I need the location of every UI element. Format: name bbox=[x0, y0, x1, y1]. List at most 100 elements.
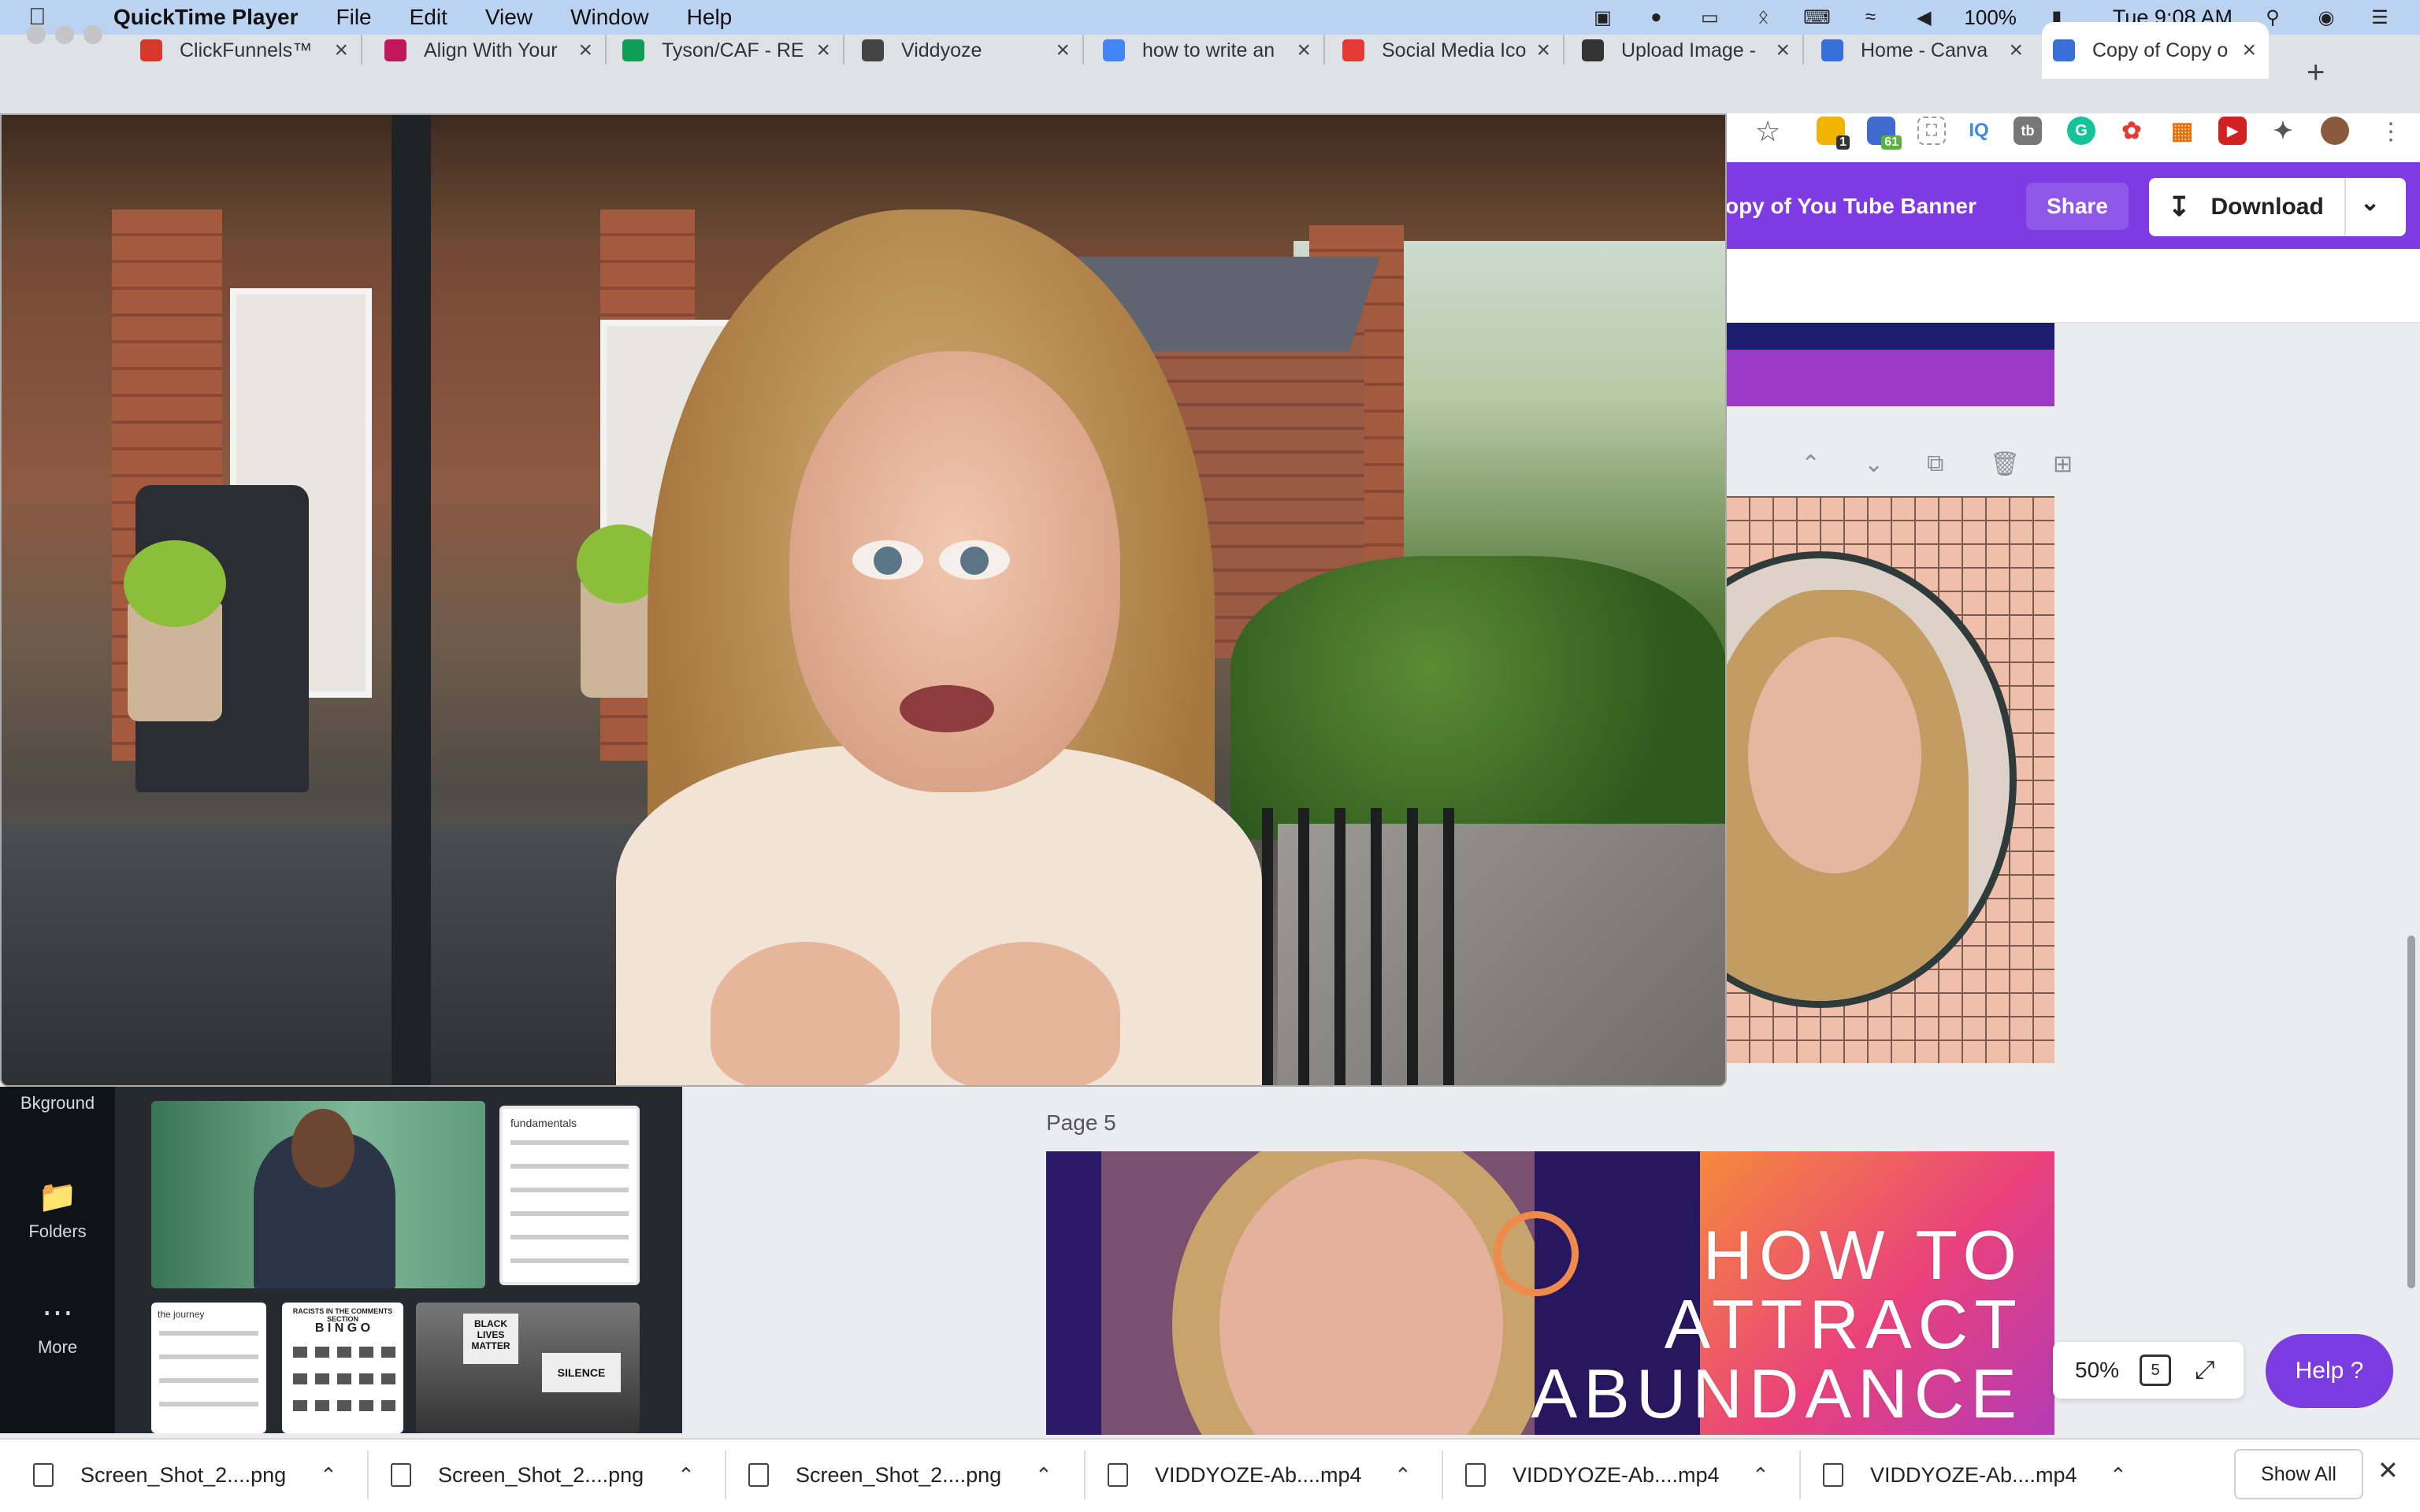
download-item-4[interactable]: VIDDYOZE-Ab....mp4 ⌃ bbox=[1108, 1438, 1438, 1512]
tab-close-icon[interactable]: × bbox=[2242, 37, 2256, 64]
thumbnail-bingo-card[interactable]: RACISTS IN THE COMMENTS SECTION B I N G … bbox=[282, 1303, 403, 1433]
extension-icon-1[interactable]: 1 bbox=[1817, 117, 1850, 150]
page-5-photo[interactable] bbox=[1101, 1151, 1550, 1435]
show-all-downloads-button[interactable]: Show All bbox=[2234, 1449, 2363, 1499]
lastpass-icon[interactable]: ✿ bbox=[2118, 117, 2146, 145]
bookmark-star-icon[interactable]: ☆ bbox=[1755, 115, 1780, 148]
browser-menu-icon[interactable]: ⋮ bbox=[2379, 118, 2403, 146]
chevron-up-icon[interactable]: ⌃ bbox=[1035, 1463, 1052, 1488]
gradient-ring-graphic[interactable] bbox=[1494, 1211, 1579, 1296]
tab-close-icon[interactable]: × bbox=[1536, 37, 1550, 64]
help-button[interactable]: Help ? bbox=[2266, 1334, 2393, 1408]
browser-tab-1[interactable]: ClickFunnels™ × bbox=[140, 22, 362, 79]
extensions-puzzle-icon[interactable]: ✦ bbox=[2269, 117, 2297, 145]
page-5-title-line-2[interactable]: ATTRACT bbox=[1665, 1290, 2023, 1359]
delete-page-icon[interactable]: 🗑 bbox=[1990, 450, 2020, 478]
zoom-controls: 50% 5 ⤢ bbox=[2053, 1342, 2244, 1399]
tab-title: Upload Image - bbox=[1621, 39, 1756, 61]
browser-tab-4[interactable]: Viddyoze × bbox=[862, 22, 1084, 79]
download-filename: Screen_Shot_2....png bbox=[80, 1462, 287, 1487]
browser-tab-9[interactable]: Copy of Copy o × bbox=[2042, 22, 2269, 79]
page-5-title-line-1[interactable]: HOW TO bbox=[1702, 1221, 2023, 1290]
thumbnail-journey-doc[interactable]: the journey bbox=[151, 1303, 266, 1433]
file-icon bbox=[1823, 1463, 1843, 1487]
window-close-button[interactable] bbox=[27, 25, 46, 44]
more-dots-icon: ⋯ bbox=[42, 1295, 73, 1330]
window-minimize-button[interactable] bbox=[55, 25, 74, 44]
extension-icon-2[interactable]: 61 bbox=[1867, 117, 1902, 150]
nav-background-label: Bkground bbox=[20, 1093, 95, 1113]
circle-photo-frame[interactable] bbox=[1725, 551, 2017, 1008]
tab-favicon-icon bbox=[862, 39, 884, 61]
page-count-button[interactable]: 5 bbox=[2140, 1354, 2172, 1386]
tab-title: Align With Your bbox=[424, 39, 558, 61]
screenshot-extension-icon[interactable]: ⛶ bbox=[1917, 117, 1946, 145]
browser-tab-3[interactable]: Tyson/CAF - RE × bbox=[622, 22, 844, 79]
nav-folders[interactable]: 📁 Folders bbox=[0, 1178, 115, 1242]
file-icon bbox=[391, 1463, 411, 1487]
download-item-1[interactable]: Screen_Shot_2....png ⌃ bbox=[33, 1438, 364, 1512]
photo-face bbox=[1748, 637, 1921, 873]
chevron-down-icon[interactable]: ⌄ bbox=[2360, 189, 2380, 217]
tab-title: Tyson/CAF - RE bbox=[662, 39, 804, 61]
download-label: Download bbox=[2210, 194, 2324, 220]
download-item-3[interactable]: Screen_Shot_2....png ⌃ bbox=[748, 1438, 1079, 1512]
download-filename: Screen_Shot_2....png bbox=[438, 1462, 644, 1487]
tab-close-icon[interactable]: × bbox=[334, 37, 348, 64]
tab-title: how to write an bbox=[1142, 39, 1275, 61]
window-zoom-button[interactable] bbox=[84, 25, 102, 44]
new-tab-button[interactable]: + bbox=[2307, 55, 2325, 91]
tab-close-icon[interactable]: × bbox=[816, 37, 830, 64]
canvas-scrollbar[interactable] bbox=[2407, 936, 2415, 1288]
page-4-design[interactable] bbox=[1725, 496, 2054, 1063]
quicktime-video-window[interactable] bbox=[0, 113, 1727, 1087]
download-item-2[interactable]: Screen_Shot_2....png ⌃ bbox=[391, 1438, 722, 1512]
download-filename: VIDDYOZE-Ab....mp4 bbox=[1512, 1462, 1720, 1487]
extension-tb-icon[interactable]: tb bbox=[2014, 117, 2042, 145]
page-5-design[interactable]: HOW TO ATTRACT ABUNDANCE bbox=[1046, 1151, 2054, 1435]
control-center-icon[interactable]: ☰ bbox=[2366, 7, 2393, 28]
browser-tab-7[interactable]: Upload Image - × bbox=[1582, 22, 1804, 79]
tab-close-icon[interactable]: × bbox=[1056, 37, 1070, 64]
move-page-down-icon[interactable]: ⌄ bbox=[1864, 450, 1884, 478]
chevron-up-icon[interactable]: ⌃ bbox=[1752, 1463, 1769, 1488]
download-item-5[interactable]: VIDDYOZE-Ab....mp4 ⌃ bbox=[1465, 1438, 1796, 1512]
thumbnail-fundamentals-doc[interactable]: fundamentals bbox=[499, 1106, 640, 1285]
zoom-level[interactable]: 50% bbox=[2075, 1358, 2119, 1383]
close-downloads-bar-icon[interactable]: ✕ bbox=[2377, 1455, 2399, 1485]
tab-close-icon[interactable]: × bbox=[1297, 37, 1311, 64]
fullscreen-icon[interactable]: ⤢ bbox=[2195, 1355, 2215, 1385]
chevron-up-icon[interactable]: ⌃ bbox=[1394, 1463, 1412, 1488]
design-title[interactable]: opy of You Tube Banner bbox=[1725, 194, 1976, 219]
page-3-strip-navy bbox=[1725, 323, 2054, 350]
tab-close-icon[interactable]: × bbox=[1776, 37, 1790, 64]
extension-iq-icon[interactable]: IQ bbox=[1965, 117, 1993, 145]
add-page-icon[interactable]: ⊞ bbox=[2053, 450, 2073, 478]
nav-more-label: More bbox=[37, 1337, 78, 1357]
chevron-up-icon[interactable]: ⌃ bbox=[2110, 1463, 2127, 1488]
layout-extension-icon[interactable]: ▦ bbox=[2168, 117, 2196, 145]
browser-tab-6[interactable]: Social Media Ico × bbox=[1342, 22, 1564, 79]
grammarly-icon[interactable]: G bbox=[2067, 117, 2095, 145]
nav-more[interactable]: ⋯ More bbox=[0, 1295, 115, 1358]
tab-title: ClickFunnels™ bbox=[180, 39, 313, 61]
share-button[interactable]: Share bbox=[2026, 183, 2129, 230]
page-5-title-line-3[interactable]: ABUNDANCE bbox=[1531, 1359, 2023, 1429]
browser-tab-8[interactable]: Home - Canva × bbox=[1821, 22, 2036, 79]
duplicate-page-icon[interactable]: ⧉ bbox=[1927, 450, 1943, 477]
siri-icon[interactable]: ◉ bbox=[2313, 7, 2340, 28]
thumbnail-protest-photo[interactable]: BLACK LIVES MATTER SILENCE bbox=[416, 1303, 640, 1433]
nav-background[interactable]: Bkground bbox=[0, 1093, 115, 1114]
tab-close-icon[interactable]: × bbox=[578, 37, 592, 64]
browser-tab-5[interactable]: how to write an × bbox=[1103, 22, 1325, 79]
thumbnail-speaker-photo[interactable] bbox=[151, 1101, 485, 1288]
chevron-up-icon[interactable]: ⌃ bbox=[320, 1463, 337, 1488]
tab-close-icon[interactable]: × bbox=[2009, 37, 2023, 64]
youtube-extension-icon[interactable]: ▶ bbox=[2218, 117, 2247, 145]
download-item-6[interactable]: VIDDYOZE-Ab....mp4 ⌃ bbox=[1823, 1438, 2154, 1512]
browser-tab-2[interactable]: Align With Your × bbox=[384, 22, 607, 79]
chevron-up-icon[interactable]: ⌃ bbox=[677, 1463, 695, 1488]
move-page-up-icon[interactable]: ⌃ bbox=[1801, 450, 1821, 478]
profile-avatar[interactable] bbox=[2321, 117, 2349, 145]
download-button[interactable]: ↧ Download ⌄ bbox=[2149, 178, 2406, 236]
